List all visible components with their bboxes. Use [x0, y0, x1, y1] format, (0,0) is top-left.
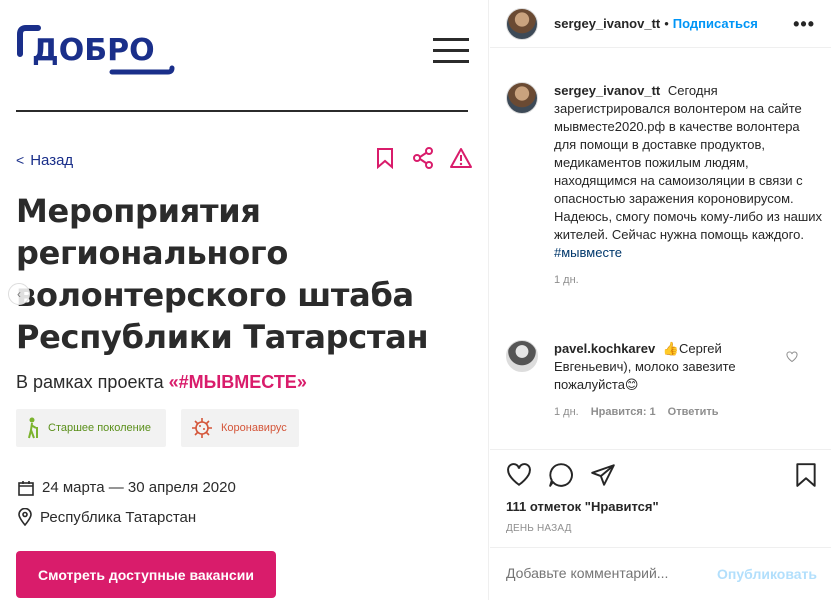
comment-username[interactable]: pavel.kochkarev [554, 341, 655, 356]
follow-button[interactable]: Подписаться [673, 16, 758, 31]
svg-text:ДОБРО: ДОБРО [32, 33, 155, 68]
virus-icon [191, 417, 213, 439]
avatar[interactable] [506, 7, 538, 40]
publish-button[interactable]: Опубликовать [717, 566, 817, 582]
avatar[interactable] [506, 340, 538, 372]
post-caption: sergey_ivanov_tt Сегодня зарегистрировал… [506, 82, 826, 286]
share-icon[interactable] [410, 146, 436, 170]
elderly-person-icon [26, 417, 40, 439]
warning-icon[interactable] [448, 146, 474, 170]
share-paper-plane-icon[interactable] [590, 462, 616, 488]
caption-username[interactable]: sergey_ivanov_tt [554, 83, 660, 98]
like-heart-icon[interactable] [506, 462, 532, 488]
comment-like-icon[interactable] [786, 350, 798, 368]
event-location: Республика Татарстан [18, 508, 196, 526]
comment: pavel.kochkarev 👍Сергей Евгеньевич), мол… [506, 340, 826, 418]
chevron-left-icon: < [16, 152, 25, 168]
likes-count[interactable]: 111 отметок "Нравится" [506, 499, 659, 514]
caption-time[interactable]: 1 дн. [554, 274, 824, 286]
carousel-prev-icon[interactable]: ‹ [8, 283, 30, 305]
calendar-icon [18, 480, 34, 496]
event-title: Мероприятия регионального волонтерского … [16, 192, 429, 356]
tag-coronavirus[interactable]: Коронавирус [181, 409, 299, 447]
back-link[interactable]: < Назад [16, 152, 73, 169]
post-image: ДОБРО < Назад Мероприятия регионального в… [0, 0, 489, 600]
divider [16, 110, 468, 112]
bookmark-icon[interactable] [372, 146, 398, 170]
comment-time[interactable]: 1 дн. [554, 406, 579, 418]
more-options-icon[interactable]: ••• [793, 14, 815, 35]
event-dates: 24 марта — 30 апреля 2020 [18, 479, 236, 496]
avatar[interactable] [506, 82, 538, 114]
save-bookmark-icon[interactable] [793, 462, 819, 488]
project-link[interactable]: «#МЫВМЕСТЕ» [169, 372, 307, 392]
caption-text: Сегодня зарегистрировался волонтером на … [554, 83, 823, 242]
comment-input[interactable] [506, 565, 716, 581]
instagram-panel: sergey_ivanov_tt • Подписаться ••• serge… [490, 0, 831, 600]
location-pin-icon [18, 508, 32, 526]
comment-bubble-icon[interactable] [548, 462, 574, 488]
post-date[interactable]: ДЕНЬ НАЗАД [506, 523, 572, 534]
post-header: sergey_ivanov_tt • Подписаться ••• [490, 0, 831, 48]
author-username[interactable]: sergey_ivanov_tt [554, 16, 660, 31]
add-comment-bar: Опубликовать [490, 547, 831, 600]
dobro-logo[interactable]: ДОБРО [16, 24, 176, 80]
view-vacancies-button[interactable]: Смотреть доступные вакансии [16, 551, 276, 598]
action-bar: 111 отметок "Нравится" ДЕНЬ НАЗАД [490, 449, 831, 534]
comment-likes[interactable]: Нравится: 1 [591, 406, 656, 418]
hashtag-link[interactable]: #мывместе [554, 245, 622, 260]
reply-button[interactable]: Ответить [668, 406, 719, 418]
menu-burger-icon[interactable] [433, 38, 469, 64]
tag-elderly[interactable]: Старшее поколение [16, 409, 166, 447]
event-subtitle: В рамках проекта «#МЫВМЕСТЕ» [16, 372, 307, 392]
